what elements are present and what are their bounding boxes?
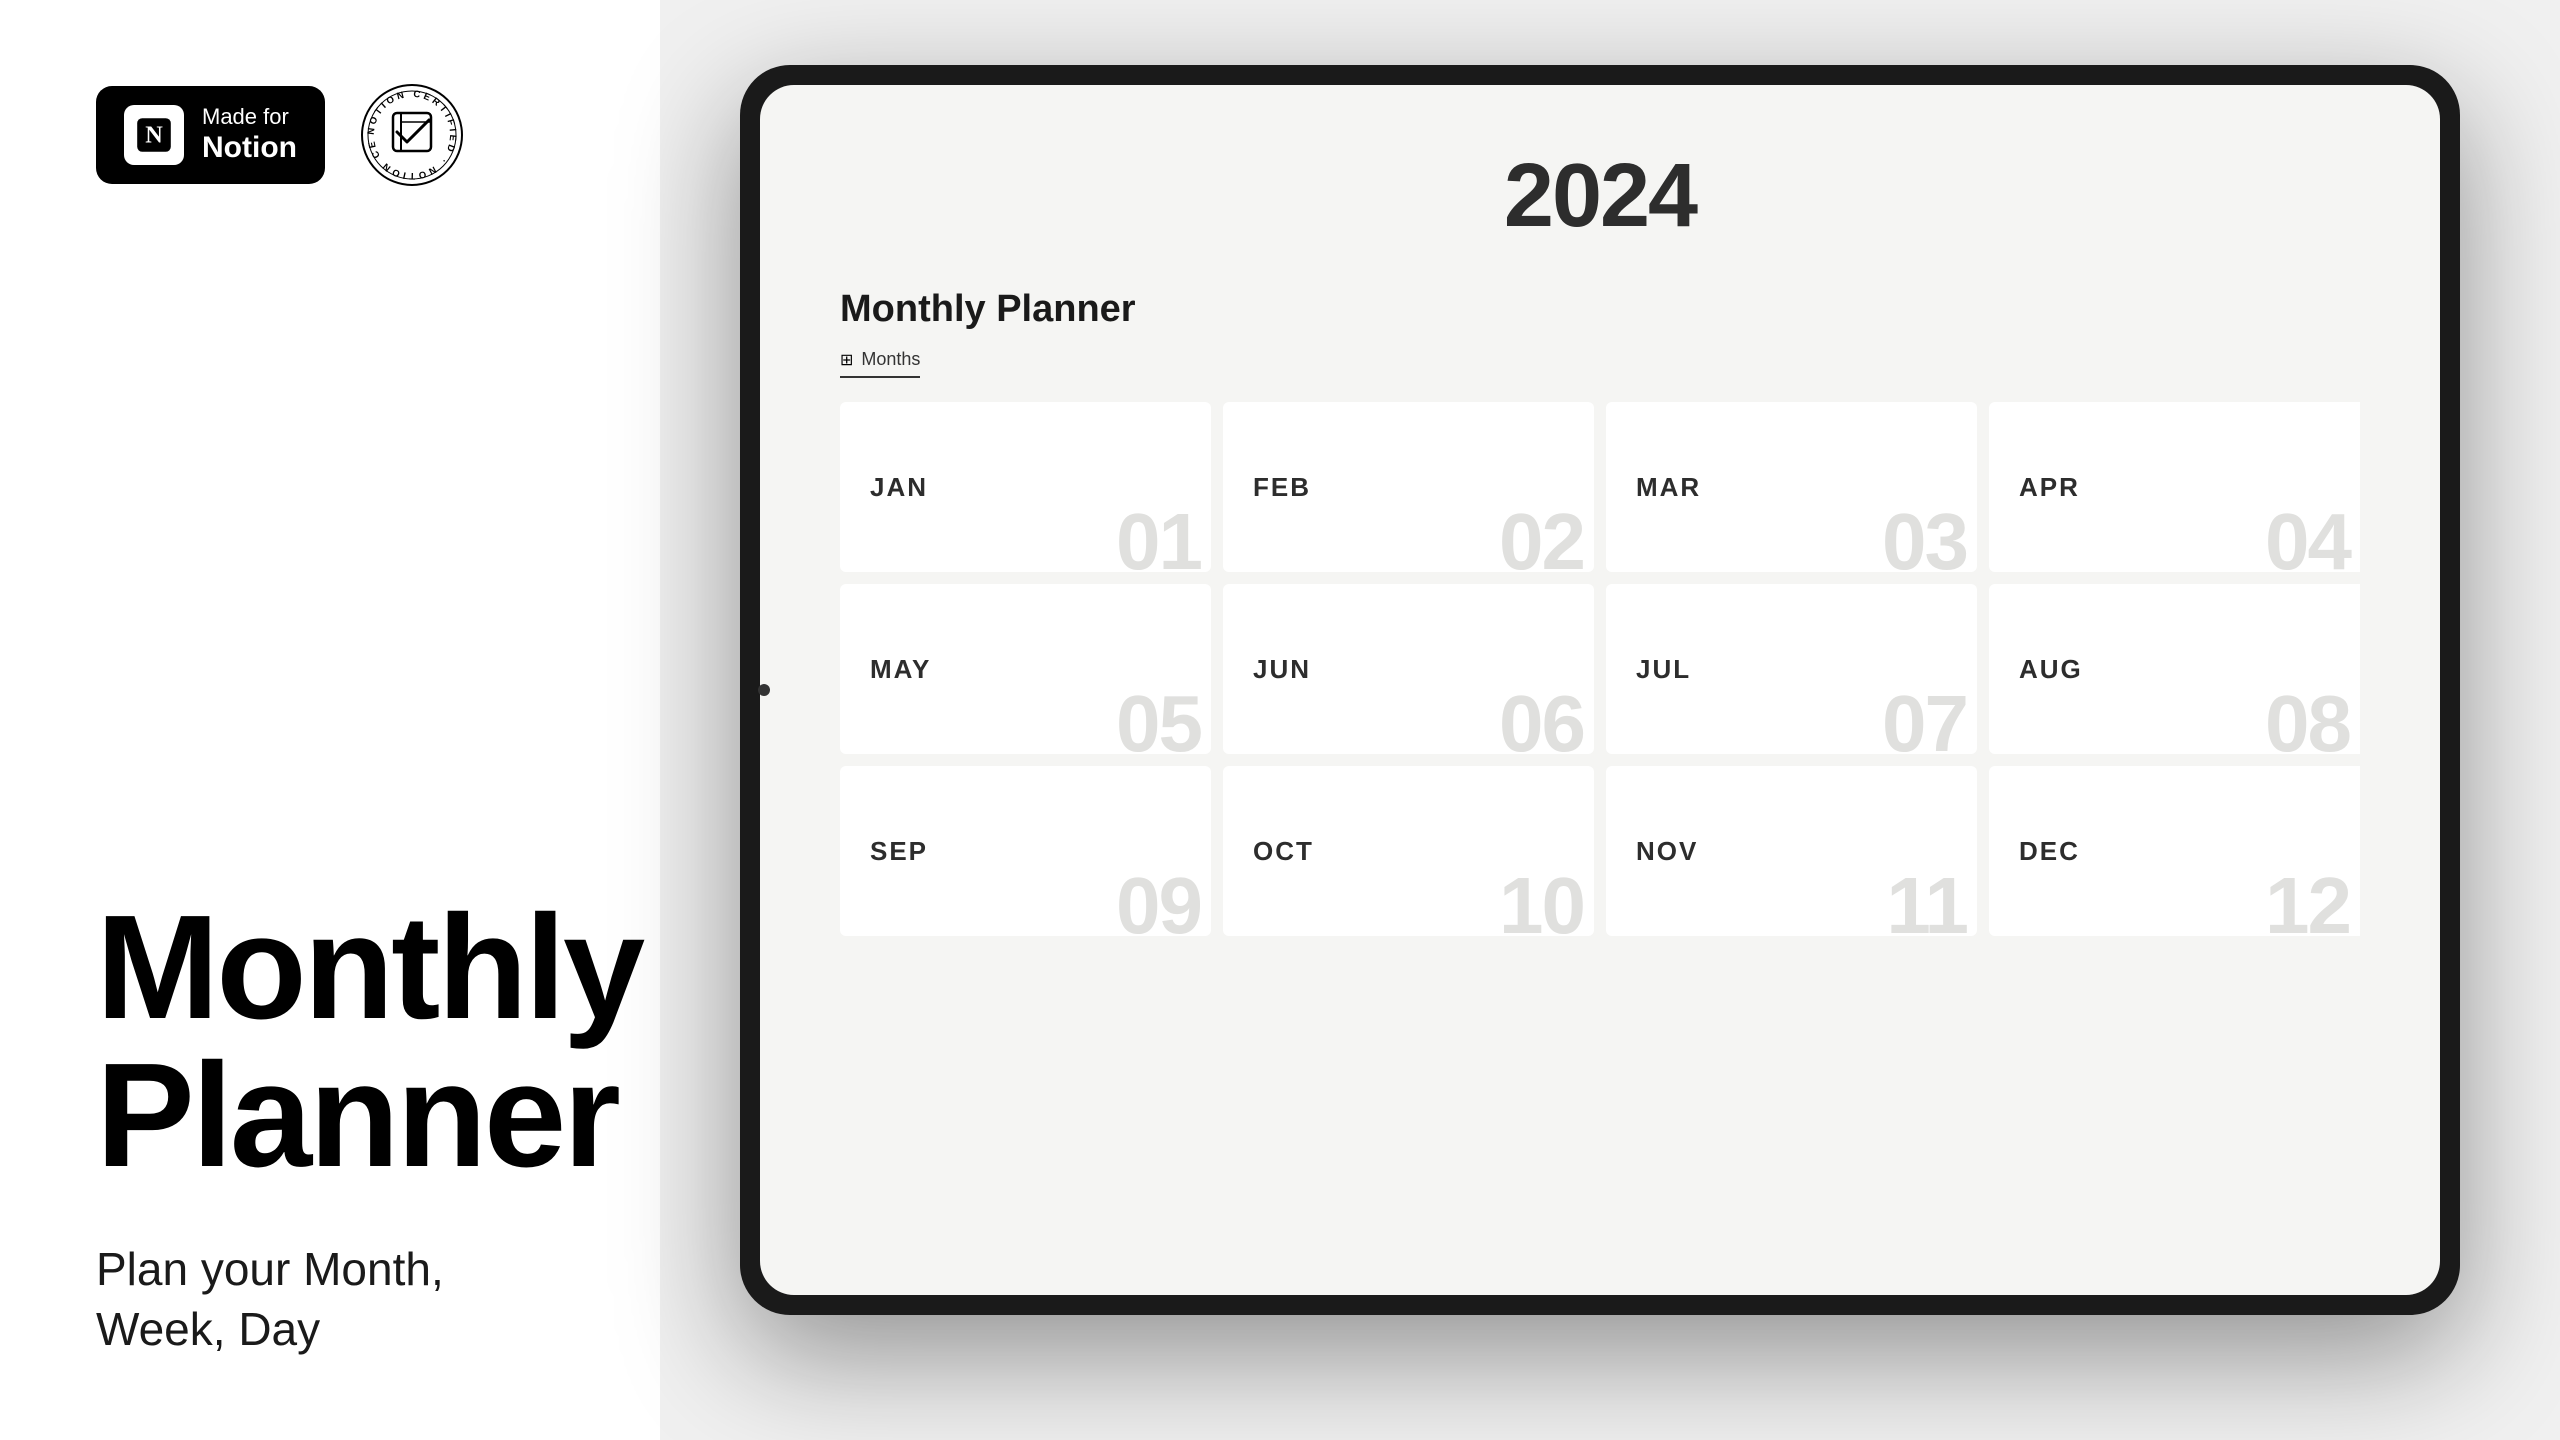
month-cell[interactable]: MAY 05: [840, 584, 1211, 754]
right-panel: 2024 Monthly Planner ⊞ Months JAN 01 FEB…: [660, 0, 2560, 1440]
made-for-notion-badge: N Made for Notion: [96, 86, 325, 184]
month-name: APR: [2019, 472, 2080, 503]
notion-icon-box: N: [124, 105, 184, 165]
title-line2: Planner: [96, 1042, 580, 1190]
month-number: 10: [1499, 866, 1584, 936]
title-line1: Monthly: [96, 894, 580, 1042]
month-number: 04: [2265, 502, 2350, 572]
svg-text:N: N: [145, 122, 163, 149]
badge-notion: Notion: [202, 130, 297, 166]
certified-circle-svg: NOTION CERTIFIED · NOTION CERTIFIED ·: [357, 80, 467, 190]
month-name: JUL: [1636, 654, 1691, 685]
tablet-device: 2024 Monthly Planner ⊞ Months JAN 01 FEB…: [740, 65, 2460, 1315]
year-title: 2024: [840, 145, 2360, 248]
subtitle-text: Plan your Month,Week, Day: [96, 1240, 580, 1360]
main-title: Monthly Planner: [96, 894, 580, 1190]
month-number: 11: [1886, 866, 1967, 936]
month-name: FEB: [1253, 472, 1311, 503]
month-name: MAR: [1636, 472, 1701, 503]
months-tab[interactable]: ⊞ Months: [840, 349, 920, 378]
year-header: 2024: [840, 145, 2360, 248]
month-cell[interactable]: DEC 12: [1989, 766, 2360, 936]
month-cell[interactable]: AUG 08: [1989, 584, 2360, 754]
badge-made-for: Made for: [202, 104, 297, 130]
month-number: 05: [1116, 684, 1201, 754]
badges-row: N Made for Notion: [96, 80, 580, 190]
tablet-screen: 2024 Monthly Planner ⊞ Months JAN 01 FEB…: [760, 85, 2440, 1295]
planner-section: Monthly Planner ⊞ Months JAN 01 FEB 02 M…: [840, 288, 2360, 1255]
month-cell[interactable]: JUL 07: [1606, 584, 1977, 754]
month-number: 08: [2265, 684, 2350, 754]
certified-badge: NOTION CERTIFIED · NOTION CERTIFIED ·: [357, 80, 467, 190]
month-number: 06: [1499, 684, 1584, 754]
months-grid: JAN 01 FEB 02 MAR 03 APR 04 MAY 05 JUN 0…: [840, 402, 2360, 936]
month-cell[interactable]: APR 04: [1989, 402, 2360, 572]
planner-title: Monthly Planner: [840, 288, 2360, 331]
left-panel: N Made for Notion: [0, 0, 660, 1440]
month-name: JUN: [1253, 654, 1311, 685]
month-number: 01: [1116, 502, 1201, 572]
months-tab-label: Months: [861, 349, 920, 370]
notion-content: 2024 Monthly Planner ⊞ Months JAN 01 FEB…: [760, 85, 2440, 1295]
badge-text: Made for Notion: [202, 104, 297, 166]
month-number: 09: [1116, 866, 1201, 936]
month-number: 03: [1882, 502, 1967, 572]
notion-icon: N: [133, 114, 175, 156]
months-tab-icon: ⊞: [840, 350, 853, 370]
month-name: NOV: [1636, 836, 1698, 867]
month-cell[interactable]: SEP 09: [840, 766, 1211, 936]
month-name: AUG: [2019, 654, 2083, 685]
month-cell[interactable]: OCT 10: [1223, 766, 1594, 936]
month-cell[interactable]: NOV 11: [1606, 766, 1977, 936]
month-number: 07: [1882, 684, 1967, 754]
month-name: MAY: [870, 654, 931, 685]
month-cell[interactable]: MAR 03: [1606, 402, 1977, 572]
month-name: SEP: [870, 836, 928, 867]
month-name: JAN: [870, 472, 928, 503]
month-cell[interactable]: JUN 06: [1223, 584, 1594, 754]
month-name: OCT: [1253, 836, 1314, 867]
month-number: 12: [2265, 866, 2350, 936]
subtitle: Plan your Month,Week, Day: [96, 1240, 580, 1360]
month-name: DEC: [2019, 836, 2080, 867]
month-cell[interactable]: JAN 01: [840, 402, 1211, 572]
month-cell[interactable]: FEB 02: [1223, 402, 1594, 572]
month-number: 02: [1499, 502, 1584, 572]
